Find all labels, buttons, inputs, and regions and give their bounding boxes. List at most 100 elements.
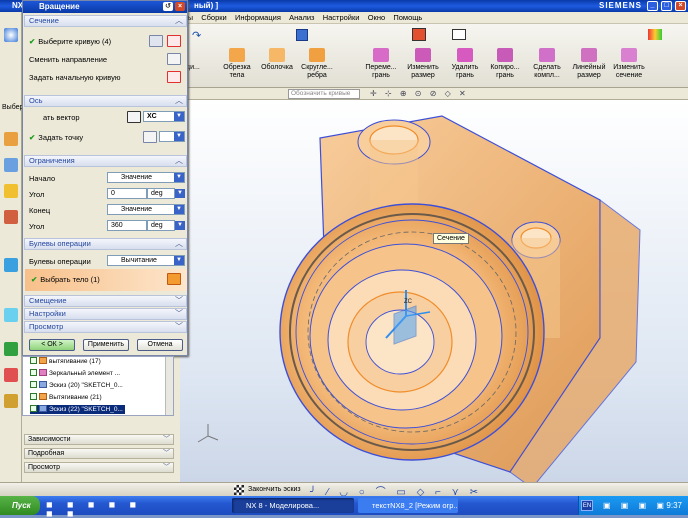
- end-angle-input[interactable]: 360: [107, 220, 147, 231]
- tree-item-selected[interactable]: Эскиз (22) "SKETCH_0...: [30, 405, 125, 414]
- model-view[interactable]: ZC: [180, 100, 688, 496]
- reverse-direction-row[interactable]: Сменить направление: [29, 55, 107, 65]
- end-angle-options-icon[interactable]: ▼: [175, 221, 185, 230]
- tray-icons[interactable]: ▣ ▣ ▣ ▣: [603, 501, 668, 510]
- start-angle-unit[interactable]: deg: [147, 188, 175, 199]
- close-button[interactable]: ×: [675, 1, 686, 11]
- maximize-button[interactable]: □: [661, 1, 672, 11]
- assembly-icon[interactable]: [4, 184, 18, 198]
- finish-sketch-button[interactable]: Закончить эскиз: [248, 485, 301, 495]
- menu-item-analysis[interactable]: Анализ: [289, 13, 314, 22]
- point-dialog-button[interactable]: [143, 131, 157, 143]
- dialog-reset-button[interactable]: ↺: [163, 2, 173, 11]
- history-icon[interactable]: [4, 308, 18, 322]
- offset-group-header[interactable]: Смещение ﹀: [24, 295, 187, 307]
- vector-dialog-button[interactable]: [127, 111, 141, 123]
- dependencies-panel-header[interactable]: Зависимости ﹀: [24, 434, 174, 445]
- resize-button[interactable]: Изменить размер: [402, 48, 444, 80]
- system-materials-icon[interactable]: [4, 342, 18, 356]
- vector-option-dropdown[interactable]: XC ▼: [143, 111, 185, 122]
- end-limit-dropdown[interactable]: Значение ▼: [107, 204, 185, 215]
- sketch-icon: [39, 381, 47, 388]
- tree-item[interactable]: Зеркальный элемент ...: [30, 369, 120, 378]
- tree-item[interactable]: Эскиз (20) "SKETCH_0...: [30, 381, 123, 390]
- chevron-up-icon: ︿: [175, 16, 183, 25]
- preview-panel-header[interactable]: Просмотр ﹀: [24, 462, 174, 473]
- language-indicator[interactable]: EN: [581, 500, 593, 511]
- web-browser-icon[interactable]: [4, 258, 18, 272]
- curve-select-button[interactable]: [167, 35, 181, 47]
- checkbox-icon[interactable]: [30, 381, 37, 388]
- preview-group-header[interactable]: Просмотр ﹀: [24, 321, 187, 333]
- menu-item-assemblies[interactable]: Сборки: [201, 13, 227, 22]
- select-body-button[interactable]: [167, 273, 181, 285]
- checkbox-icon[interactable]: [30, 405, 37, 412]
- start-button[interactable]: Пуск: [0, 496, 40, 515]
- specify-point-row[interactable]: ✔ Задать точку: [29, 133, 83, 143]
- axis-group-header[interactable]: Ось ︿: [24, 95, 187, 107]
- navigator-icon[interactable]: [4, 132, 18, 146]
- linear-dimension-button[interactable]: Линейный размер: [568, 48, 610, 80]
- checkbox-icon[interactable]: [30, 393, 37, 400]
- finish-sketch-icon[interactable]: [234, 485, 244, 495]
- checkbox-icon[interactable]: [30, 369, 37, 376]
- color-palette-icon[interactable]: [648, 29, 662, 40]
- snap-icons[interactable]: ✛ ⊹ ⊕ ⊙ ⊘ ◇ ✕: [370, 89, 469, 98]
- select-curve-row[interactable]: ✔ Выберите кривую (4): [29, 37, 111, 47]
- point-option-dropdown[interactable]: ▼: [159, 131, 185, 142]
- move-face-button[interactable]: Переме... грань: [360, 48, 402, 80]
- start-angle-input[interactable]: 0: [107, 188, 147, 199]
- start-curve-button[interactable]: [167, 71, 181, 83]
- sketch-section-button[interactable]: [149, 35, 163, 47]
- copy-face-button[interactable]: Копиро... грань: [484, 48, 526, 80]
- reuse-library-icon[interactable]: [4, 210, 18, 224]
- delete-face-button[interactable]: Удалить грань: [444, 48, 486, 80]
- view-cube-icon[interactable]: [296, 29, 308, 41]
- apply-button[interactable]: Применить: [83, 339, 129, 351]
- curve-rule-dropdown[interactable]: Обозначить кривые: [288, 89, 360, 99]
- menu-item-window[interactable]: Окно: [368, 13, 385, 22]
- tree-item[interactable]: Вытягивание (21): [30, 393, 102, 402]
- settings-group-header[interactable]: Настройки ﹀: [24, 308, 187, 320]
- boolean-group-header[interactable]: Булевы операции ︿: [24, 238, 187, 250]
- nx-logo-icon[interactable]: [4, 28, 18, 42]
- menu-item-help[interactable]: Помощь: [393, 13, 422, 22]
- dialog-close-button[interactable]: ×: [175, 2, 185, 11]
- minimize-button[interactable]: _: [647, 1, 658, 11]
- start-angle-options-icon[interactable]: ▼: [175, 189, 185, 198]
- graphics-window[interactable]: ZC: [180, 100, 688, 496]
- tree-scrollbar[interactable]: [165, 357, 173, 415]
- task-document[interactable]: текстNX8_2 [Режим огр...: [358, 498, 458, 513]
- shaded-icon[interactable]: [412, 28, 426, 41]
- constraint-icon[interactable]: [4, 158, 18, 172]
- app-title-suffix: ный) ]: [194, 1, 219, 10]
- layer-icon[interactable]: [452, 29, 466, 40]
- checkbox-icon[interactable]: [30, 357, 37, 364]
- menu-item-information[interactable]: Информация: [235, 13, 281, 22]
- details-panel-header[interactable]: Подробная ﹀: [24, 448, 174, 459]
- end-angle-unit[interactable]: deg: [147, 220, 175, 231]
- quick-launch-icons[interactable]: ◼ ◼ ◼ ◼ ◼ ◼ ◼: [46, 500, 156, 518]
- section-tooltip: Сечение: [433, 233, 469, 244]
- limits-group-header[interactable]: Ограничения ︿: [24, 155, 187, 167]
- boolean-dropdown[interactable]: Вычитание ▼: [107, 255, 185, 266]
- start-curve-row[interactable]: Задать начальную кривую: [29, 73, 120, 83]
- ok-button[interactable]: < ОК >: [29, 339, 75, 351]
- reverse-direction-button[interactable]: [167, 53, 181, 65]
- specify-vector-row[interactable]: ать вектор: [43, 113, 80, 123]
- tree-item[interactable]: вытягивание (17): [30, 357, 101, 366]
- start-limit-dropdown[interactable]: Значение ▼: [107, 172, 185, 183]
- roles-icon[interactable]: [4, 368, 18, 382]
- palette-icon[interactable]: [4, 394, 18, 408]
- trim-body-button[interactable]: Обрезка тела: [216, 48, 258, 80]
- edge-blend-button[interactable]: Скругле... ребра: [296, 48, 338, 80]
- menu-item-preferences[interactable]: Настройки: [323, 13, 360, 22]
- select-body-row[interactable]: ✔ Выбрать тело (1): [25, 269, 187, 291]
- shell-button[interactable]: Оболочка: [256, 48, 298, 72]
- redo-icon[interactable]: ↷: [192, 29, 201, 42]
- change-section-button[interactable]: Изменить сечение: [608, 48, 650, 80]
- cancel-button[interactable]: Отмена: [137, 339, 183, 351]
- make-coplanar-button[interactable]: Сделать компл...: [526, 48, 568, 80]
- task-nx-modeling[interactable]: NX 8 - Моделирова...: [232, 498, 354, 513]
- section-group-header[interactable]: Сечение ︿: [24, 15, 187, 27]
